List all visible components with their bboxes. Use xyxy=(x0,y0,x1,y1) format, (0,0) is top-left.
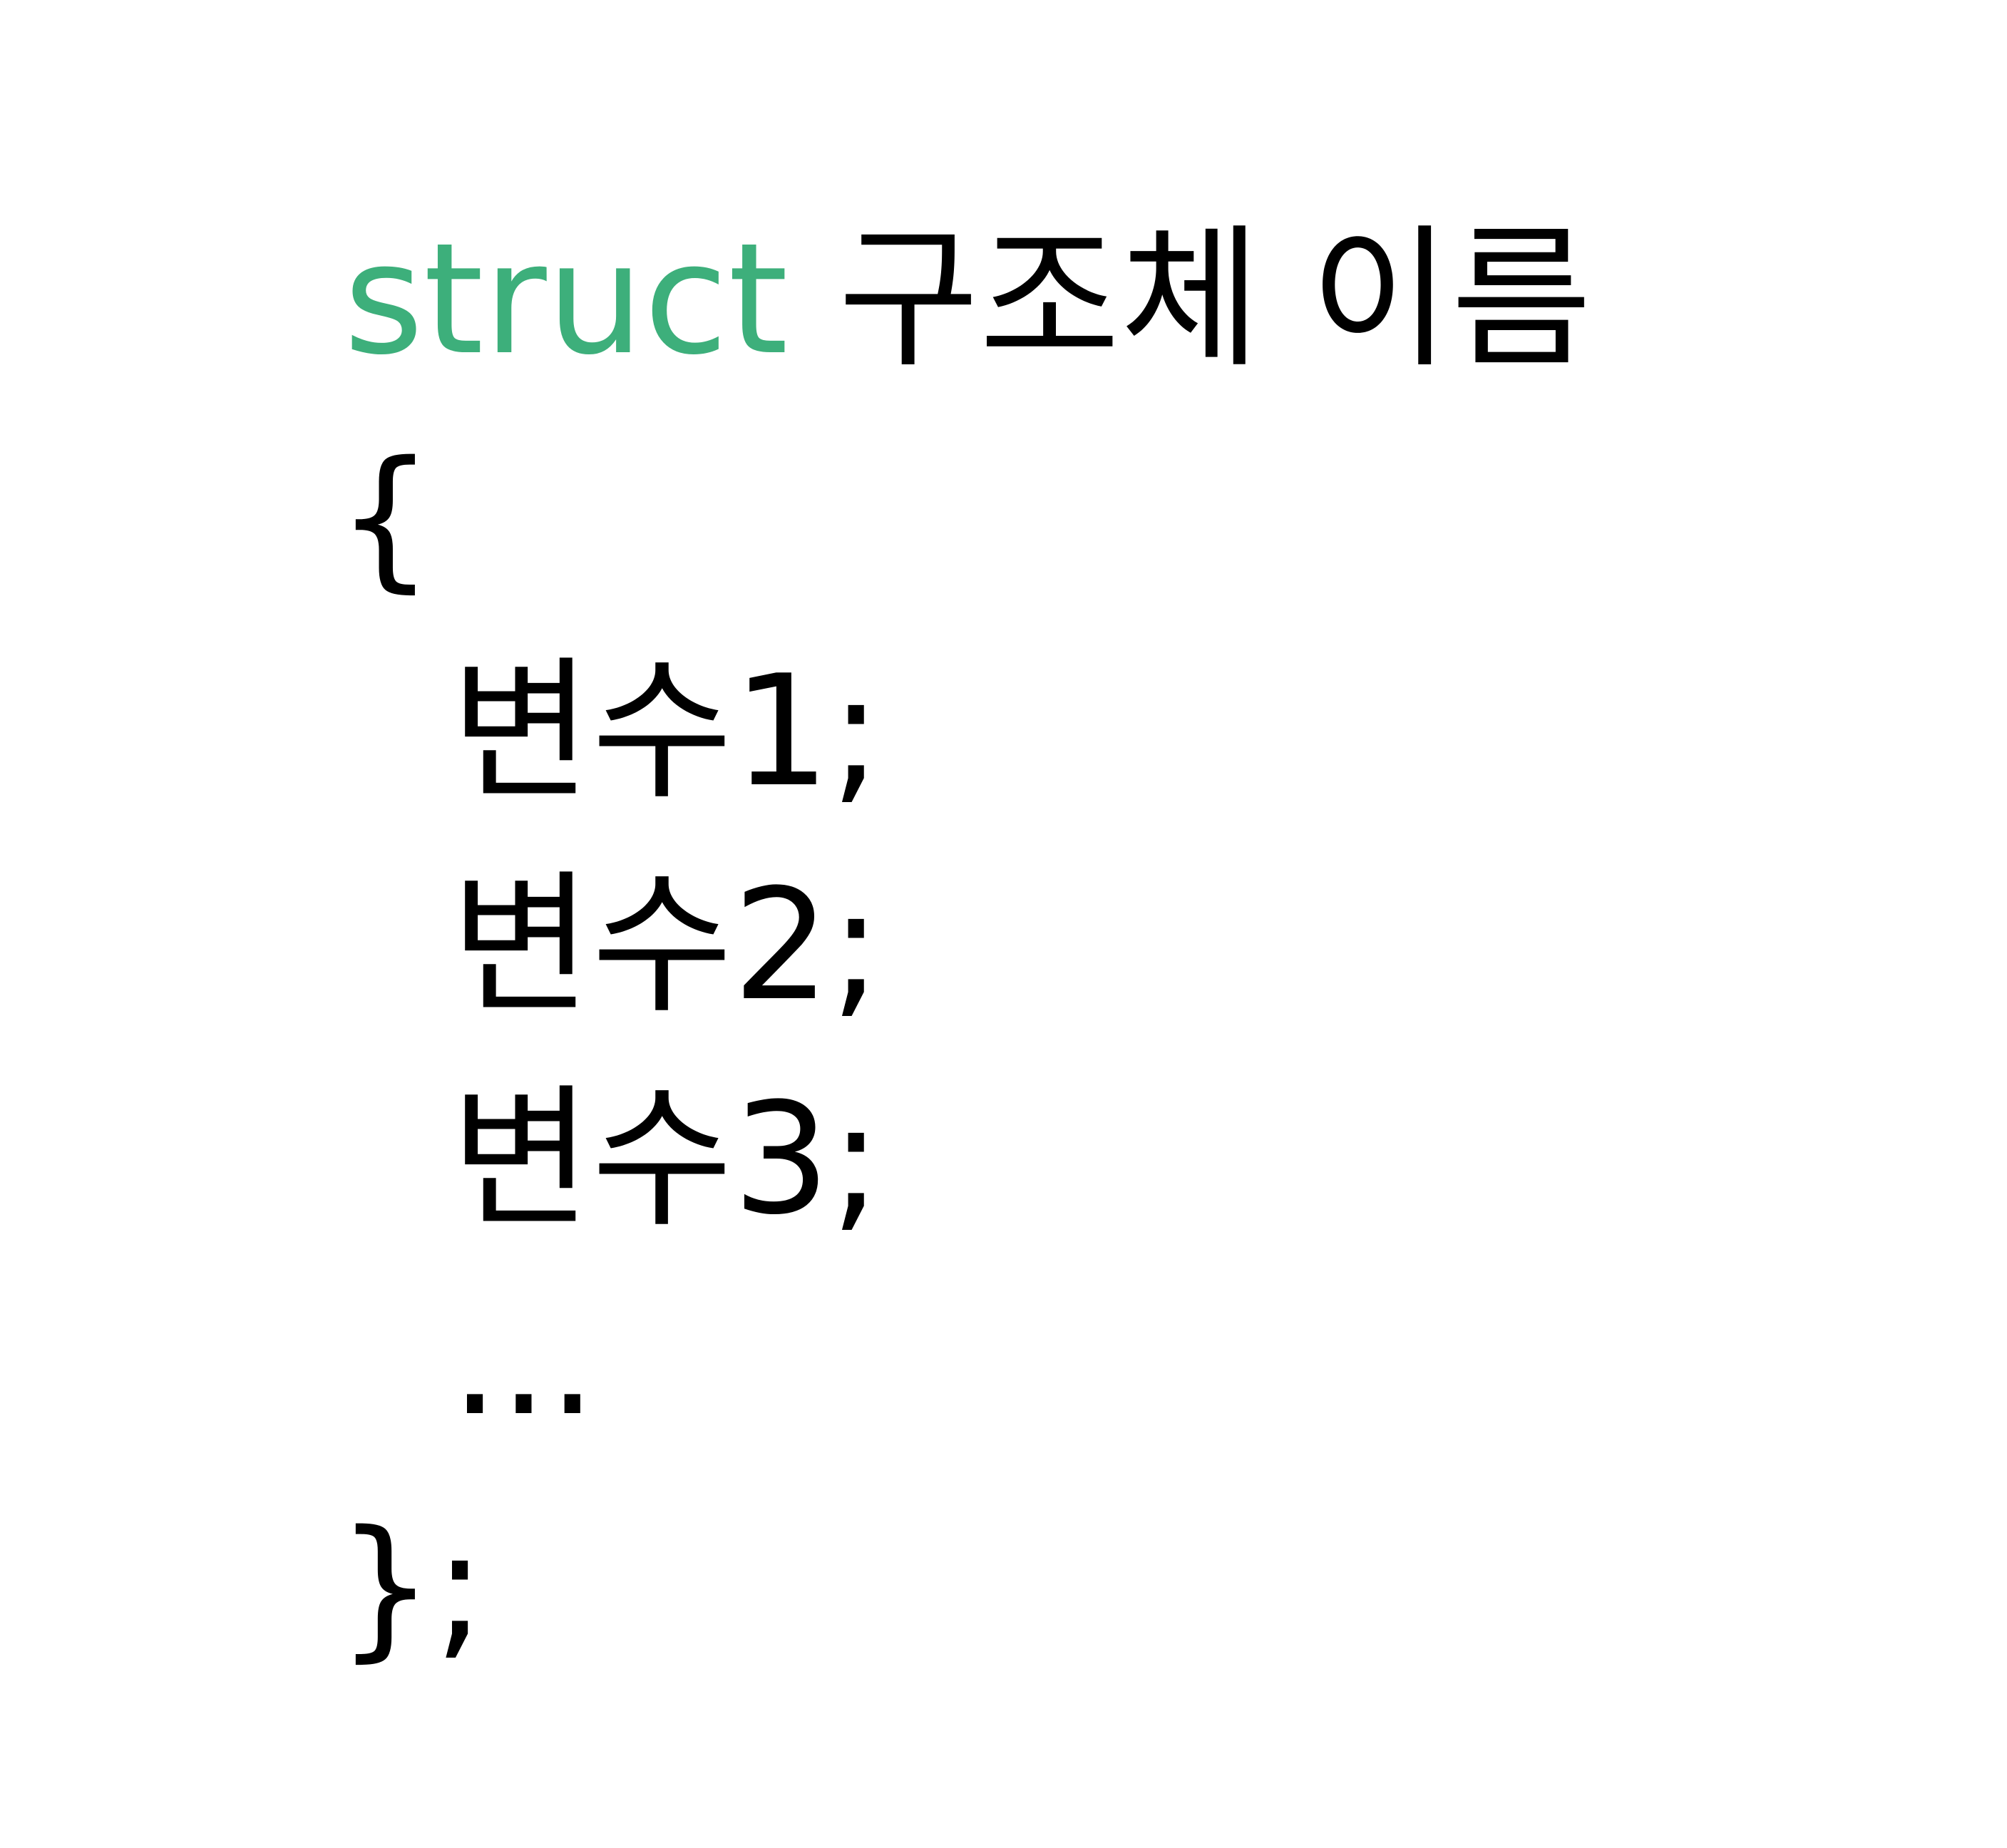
struct-keyword: struct xyxy=(344,210,789,389)
struct-syntax-code-block: struct 구조체 이름 { 변수1; 변수2; 변수3; ... }; xyxy=(0,0,2007,1848)
member-variable-2: 변수2; xyxy=(451,856,882,1035)
struct-declaration-line: struct 구조체 이름 xyxy=(344,222,1592,376)
open-brace: { xyxy=(337,428,434,607)
ellipsis: ... xyxy=(451,1270,597,1449)
struct-name: 구조체 이름 xyxy=(838,210,1592,389)
member-variable-3: 변수3; xyxy=(451,1069,882,1248)
member-variable-1: 변수1; xyxy=(451,642,882,821)
close-brace-semicolon: }; xyxy=(337,1497,486,1676)
